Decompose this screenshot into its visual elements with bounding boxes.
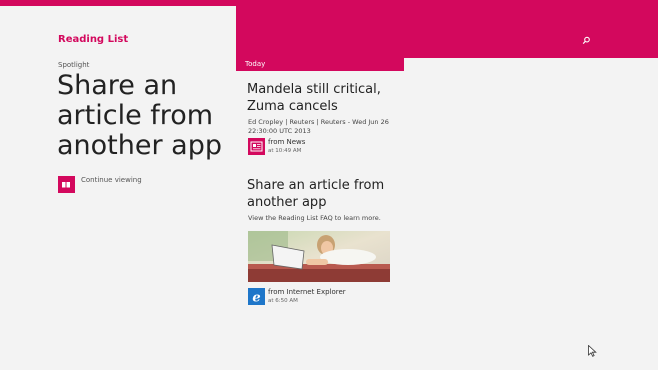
- article-description: View the Reading List FAQ to learn more.: [248, 214, 381, 222]
- today-label: Today: [245, 60, 266, 68]
- search-icon[interactable]: [580, 32, 592, 45]
- svg-text:e: e: [252, 291, 260, 306]
- article-time: at 6:50 AM: [268, 298, 298, 304]
- article-source: from Internet Explorer: [268, 288, 346, 296]
- article-title[interactable]: Mandela still critical, Zuma cancels: [247, 81, 407, 115]
- spotlight-label: Spotlight: [58, 61, 90, 69]
- mouse-cursor-icon: [588, 342, 597, 357]
- book-icon[interactable]: [58, 176, 75, 193]
- article-title[interactable]: Share an article from another app: [247, 177, 407, 211]
- header-band: [236, 0, 658, 58]
- internet-explorer-icon: e: [248, 288, 265, 306]
- article-thumbnail[interactable]: [248, 231, 390, 282]
- top-accent-strip: [0, 0, 236, 6]
- article-meta: Ed Cropley | Reuters | Reuters - Wed Jun…: [248, 118, 389, 135]
- article-source: from News: [268, 138, 306, 146]
- continue-viewing-link[interactable]: Continue viewing: [81, 176, 142, 184]
- app-title: Reading List: [58, 34, 129, 45]
- article-time: at 10:49 AM: [268, 148, 302, 154]
- news-icon: [248, 138, 265, 155]
- spotlight-article-title[interactable]: Share an article from another app: [57, 71, 232, 161]
